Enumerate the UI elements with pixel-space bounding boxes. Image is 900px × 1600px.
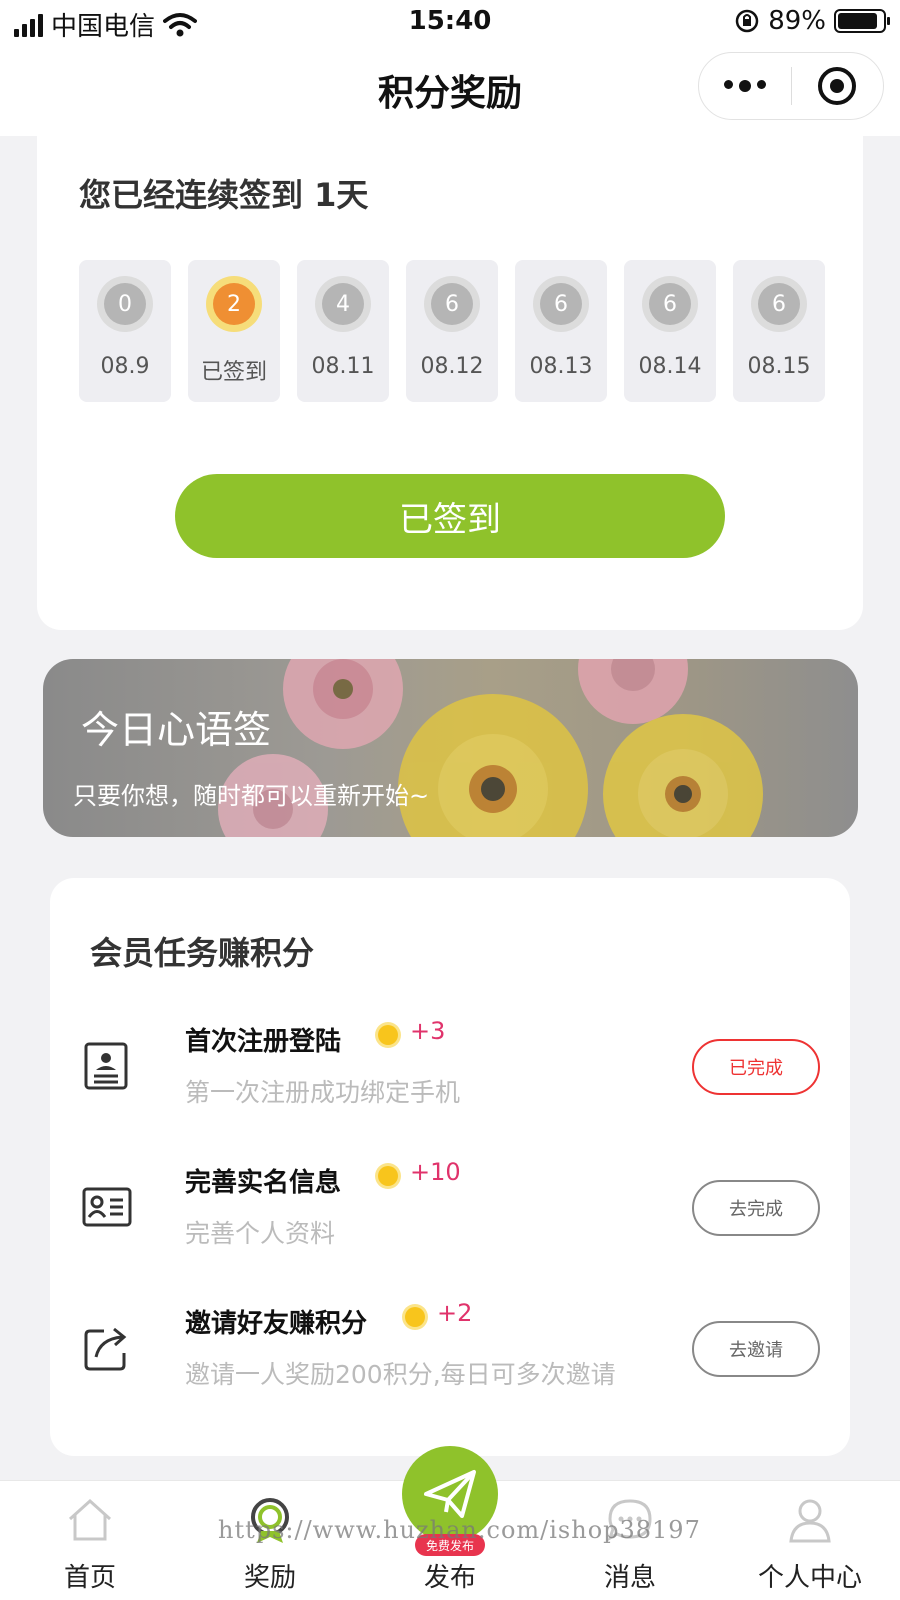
coin-icon bbox=[378, 1025, 398, 1045]
sign-in-title: 您已经连续签到 1天 bbox=[79, 176, 369, 214]
day-label: 已签到 bbox=[200, 360, 267, 385]
task-points: +3 bbox=[410, 1017, 446, 1045]
coin-icon: 2 bbox=[206, 276, 262, 332]
day-points: 6 bbox=[540, 283, 582, 325]
task-invite-button[interactable]: 去邀请 bbox=[692, 1321, 820, 1377]
coin-icon: 6 bbox=[642, 276, 698, 332]
task-item: 完善实名信息 +10 完善个人资料 去完成 bbox=[50, 1144, 850, 1254]
id-card-icon bbox=[82, 1187, 132, 1227]
day-label: 08.9 bbox=[100, 354, 150, 379]
task-item: 首次注册登陆 +3 第一次注册成功绑定手机 已完成 bbox=[50, 1003, 850, 1113]
quote-text: 只要你想，随时都可以重新开始~ bbox=[73, 782, 430, 810]
task-points: +2 bbox=[437, 1299, 473, 1327]
day-points: 6 bbox=[431, 283, 473, 325]
nav-bar: 积分奖励 bbox=[0, 44, 900, 136]
coin-icon: 4 bbox=[315, 276, 371, 332]
daily-quote-banner[interactable]: 今日心语签 只要你想，随时都可以重新开始~ bbox=[43, 659, 858, 837]
coin-icon bbox=[378, 1166, 398, 1186]
coin-icon: 6 bbox=[533, 276, 589, 332]
home-icon bbox=[68, 1498, 112, 1541]
sign-in-day: 4 08.11 bbox=[297, 260, 389, 402]
tab-label: 首页 bbox=[63, 1563, 116, 1593]
day-points: 0 bbox=[104, 283, 146, 325]
task-title: 完善实名信息 bbox=[185, 1168, 342, 1198]
sign-in-day: 6 08.12 bbox=[406, 260, 498, 402]
task-title: 首次注册登陆 bbox=[185, 1027, 342, 1057]
sign-in-day: 2 已签到 bbox=[188, 260, 280, 402]
coin-icon: 0 bbox=[97, 276, 153, 332]
watermark-text: https://www.huzhan.com/ishop38197 bbox=[218, 1516, 701, 1544]
battery-icon bbox=[834, 9, 890, 33]
close-target-icon[interactable] bbox=[792, 67, 884, 105]
mini-program-capsule bbox=[698, 52, 884, 120]
sign-in-day: 6 08.15 bbox=[733, 260, 825, 402]
sign-in-button[interactable]: 已签到 bbox=[175, 474, 725, 558]
task-title: 邀请好友赚积分 bbox=[185, 1309, 368, 1339]
member-tasks-card: 会员任务赚积分 首次注册登陆 +3 第一次注册成功绑定手机 已完成 完善实名信息… bbox=[50, 878, 850, 1456]
day-label: 08.15 bbox=[747, 354, 811, 379]
tab-label: 个人中心 bbox=[757, 1563, 862, 1593]
task-description: 第一次注册成功绑定手机 bbox=[185, 1078, 461, 1107]
profile-document-icon bbox=[84, 1042, 128, 1090]
tasks-heading: 会员任务赚积分 bbox=[90, 934, 315, 972]
quote-title: 今日心语签 bbox=[81, 708, 272, 752]
coin-icon: 6 bbox=[751, 276, 807, 332]
day-points: 6 bbox=[758, 283, 800, 325]
rotation-lock-icon bbox=[735, 9, 759, 33]
tab-label: 消息 bbox=[603, 1563, 656, 1593]
day-points: 6 bbox=[649, 283, 691, 325]
task-go-complete-button[interactable]: 去完成 bbox=[692, 1180, 820, 1236]
coin-icon: 6 bbox=[424, 276, 480, 332]
task-description: 完善个人资料 bbox=[185, 1219, 336, 1248]
tab-label: 奖励 bbox=[243, 1563, 296, 1593]
task-completed-button[interactable]: 已完成 bbox=[692, 1039, 820, 1095]
day-points: 2 bbox=[213, 283, 255, 325]
battery-fill bbox=[838, 13, 878, 29]
more-icon[interactable] bbox=[699, 80, 791, 92]
day-label: 08.14 bbox=[638, 354, 702, 379]
day-points: 4 bbox=[322, 283, 364, 325]
sign-in-day: 6 08.13 bbox=[515, 260, 607, 402]
sign-in-days: 0 08.9 2 已签到 4 08.11 6 08.12 6 08.13 6 08.14 6 08.15 bbox=[79, 260, 825, 402]
send-icon bbox=[424, 1470, 476, 1518]
share-icon bbox=[84, 1327, 127, 1371]
sign-in-day: 0 08.9 bbox=[79, 260, 171, 402]
tab-home[interactable]: 首页 bbox=[10, 1481, 170, 1600]
tab-profile[interactable]: 个人中心 bbox=[730, 1481, 890, 1600]
day-label: 08.13 bbox=[529, 354, 593, 379]
user-icon bbox=[789, 1499, 831, 1543]
day-label: 08.12 bbox=[420, 354, 484, 379]
coin-icon bbox=[405, 1307, 425, 1327]
status-bar: 中国电信 15:40 89% bbox=[0, 0, 900, 44]
sign-in-card: 您已经连续签到 1天 0 08.9 2 已签到 4 08.11 6 08.12 6 08.13 6 0… bbox=[37, 136, 863, 630]
status-right: 89% bbox=[734, 6, 890, 36]
task-points: +10 bbox=[410, 1158, 461, 1186]
sign-in-day: 6 08.14 bbox=[624, 260, 716, 402]
day-label: 08.11 bbox=[311, 354, 375, 379]
tab-label: 发布 bbox=[423, 1563, 476, 1593]
task-item: 邀请好友赚积分 +2 邀请一人奖励200积分,每日可多次邀请 去邀请 bbox=[50, 1285, 850, 1395]
battery-percent: 89% bbox=[768, 6, 826, 36]
task-description: 邀请一人奖励200积分,每日可多次邀请 bbox=[185, 1360, 616, 1389]
